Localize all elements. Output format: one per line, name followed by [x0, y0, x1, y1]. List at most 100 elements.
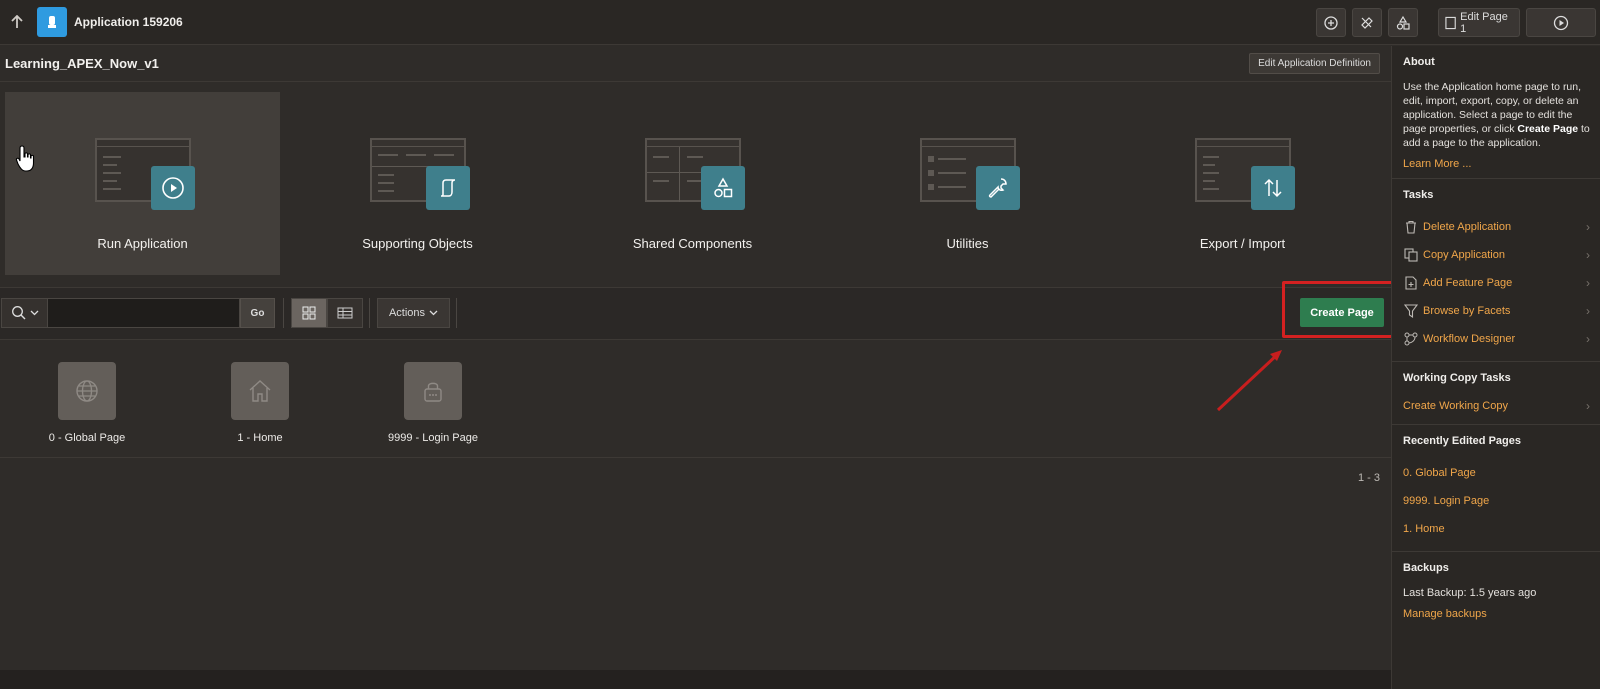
- recent-page-link[interactable]: 0. Global Page: [1403, 459, 1590, 487]
- chevron-down-icon: [429, 310, 438, 316]
- last-backup-text: Last Backup: 1.5 years ago: [1403, 587, 1537, 599]
- page-card-home[interactable]: 1 - Home: [185, 362, 335, 444]
- tile-label: Supporting Objects: [362, 236, 473, 251]
- actions-label: Actions: [388, 307, 426, 319]
- scroll-icon: [426, 166, 470, 210]
- main-content: Learning_APEX_Now_v1 Edit Application De…: [0, 46, 1398, 689]
- pages-toolbar: Go Actions Create Page: [0, 281, 1398, 340]
- backups-heading: Backups: [1403, 562, 1449, 574]
- page-label: 1 - Home: [237, 432, 283, 444]
- chevron-right-icon: ›: [1586, 276, 1590, 290]
- app-title[interactable]: Application 159206: [74, 15, 183, 29]
- recent-pages-section: Recently Edited Pages 0. Global Page 999…: [1392, 425, 1600, 552]
- lock-icon: [404, 362, 462, 420]
- play-circle-icon: [1553, 15, 1569, 30]
- chevron-right-icon: ›: [1586, 399, 1590, 413]
- search-bar: Go: [1, 298, 275, 328]
- edit-page-label: Edit Page 1: [1460, 10, 1508, 35]
- tile-export-import[interactable]: Export / Import: [1105, 92, 1380, 275]
- chevron-right-icon: ›: [1586, 304, 1590, 318]
- up-arrow-button[interactable]: [0, 0, 34, 45]
- pagination-info: 1 - 3: [1357, 472, 1380, 484]
- shapes-icon: [1396, 15, 1410, 30]
- tile-label: Shared Components: [632, 236, 753, 251]
- tile-supporting-objects[interactable]: Supporting Objects: [280, 92, 555, 275]
- wrench-icon: [976, 166, 1020, 210]
- chevron-down-icon: [30, 310, 38, 316]
- page-card-global[interactable]: 0 - Global Page: [12, 362, 162, 444]
- chevron-right-icon: ›: [1586, 248, 1590, 262]
- tile-label: Run Application: [97, 236, 188, 251]
- run-button[interactable]: [1526, 8, 1596, 37]
- feedback-button[interactable]: [1316, 8, 1346, 37]
- actions-menu-button[interactable]: Actions: [377, 298, 450, 328]
- edit-page-button[interactable]: Edit Page 1: [1438, 8, 1520, 37]
- task-workflow-designer[interactable]: Workflow Designer ›: [1403, 325, 1590, 353]
- page-card-login[interactable]: 9999 - Login Page: [358, 362, 508, 444]
- wrench-icon: [1361, 16, 1373, 29]
- page-icon: [1445, 16, 1456, 29]
- workflow-icon: [1403, 331, 1419, 347]
- tile-label: Export / Import: [1199, 236, 1286, 251]
- hand-cursor-icon: [15, 145, 35, 172]
- pages-list: 0 - Global Page 1 - Home 9999 - Login Pa…: [0, 340, 1392, 484]
- tile-label: Utilities: [946, 236, 989, 251]
- working-copy-section: Working Copy Tasks Create Working Copy ›: [1392, 362, 1600, 425]
- developer-tools-button[interactable]: [1352, 8, 1382, 37]
- right-sidebar: About Use the Application home page to r…: [1391, 46, 1600, 689]
- recent-page-link[interactable]: 1. Home: [1403, 515, 1590, 543]
- top-bar: Application 159206 Edit Page 1: [0, 0, 1600, 45]
- page-label: 9999 - Login Page: [388, 432, 478, 444]
- tile-run-application[interactable]: Run Application: [5, 92, 280, 275]
- recent-page-link[interactable]: 9999. Login Page: [1403, 487, 1590, 515]
- search-input[interactable]: [48, 298, 240, 328]
- task-delete-application[interactable]: Delete Application ›: [1403, 213, 1590, 241]
- app-icon: [37, 7, 67, 37]
- task-browse-by-facets[interactable]: Browse by Facets ›: [1403, 297, 1590, 325]
- search-icon: [11, 306, 25, 320]
- search-column-button[interactable]: [1, 298, 48, 328]
- tasks-heading: Tasks: [1403, 189, 1434, 201]
- task-copy-application[interactable]: Copy Application ›: [1403, 241, 1590, 269]
- app-title-bar: Learning_APEX_Now_v1 Edit Application De…: [0, 46, 1392, 82]
- trash-icon: [1403, 219, 1419, 235]
- tile-shared-components[interactable]: Shared Components: [555, 92, 830, 275]
- chevron-right-icon: ›: [1586, 332, 1590, 346]
- learn-more-link[interactable]: Learn More ...: [1403, 158, 1590, 170]
- footer-strip: [0, 670, 1392, 689]
- view-toggle: [291, 298, 363, 328]
- manage-backups-link[interactable]: Manage backups: [1403, 608, 1590, 620]
- home-icon: [231, 362, 289, 420]
- go-button[interactable]: Go: [240, 298, 275, 328]
- backups-section: Backups Last Backup: 1.5 years ago Manag…: [1392, 552, 1600, 628]
- tile-utilities[interactable]: Utilities: [830, 92, 1105, 275]
- about-text: Use the Application home page to run, ed…: [1403, 81, 1590, 149]
- task-add-feature-page[interactable]: Add Feature Page ›: [1403, 269, 1590, 297]
- shared-components-button[interactable]: [1388, 8, 1418, 37]
- comment-plus-icon: [1324, 15, 1338, 30]
- play-icon: [151, 166, 195, 210]
- file-plus-icon: [1403, 275, 1419, 291]
- globe-icon: [58, 362, 116, 420]
- annotation-arrow-icon: [1216, 350, 1282, 412]
- about-section: About Use the Application home page to r…: [1392, 46, 1600, 179]
- edit-application-definition-button[interactable]: Edit Application Definition: [1249, 53, 1380, 74]
- up-down-arrows-icon: [1251, 166, 1295, 210]
- tasks-section: Tasks Delete Application › Copy Applicat…: [1392, 179, 1600, 362]
- table-icon: [337, 307, 353, 319]
- application-name: Learning_APEX_Now_v1: [5, 56, 159, 71]
- page-label: 0 - Global Page: [48, 432, 126, 444]
- report-view-button[interactable]: [327, 298, 363, 328]
- filter-icon: [1403, 303, 1419, 319]
- working-copy-heading: Working Copy Tasks: [1403, 372, 1511, 384]
- grid-icon: [302, 306, 316, 320]
- about-heading: About: [1403, 56, 1435, 68]
- arrow-up-icon: [11, 15, 23, 28]
- shapes-icon: [701, 166, 745, 210]
- recent-pages-heading: Recently Edited Pages: [1403, 435, 1521, 447]
- create-page-button[interactable]: Create Page: [1300, 298, 1384, 327]
- copy-icon: [1403, 247, 1419, 263]
- tiles-region: Run Application Supporting Objects Share…: [0, 82, 1392, 288]
- create-working-copy-link[interactable]: Create Working Copy ›: [1403, 396, 1590, 416]
- icon-view-button[interactable]: [291, 298, 327, 328]
